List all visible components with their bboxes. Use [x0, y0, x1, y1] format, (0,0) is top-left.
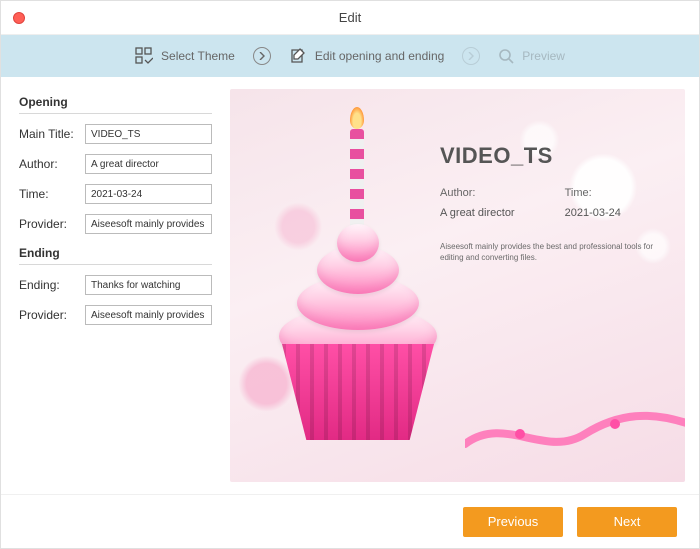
main-title-label: Main Title: [19, 127, 79, 141]
preview-author-label: Author: [440, 187, 515, 199]
ending-provider-input[interactable] [85, 305, 212, 325]
footer: Previous Next [1, 494, 699, 548]
ending-label: Ending: [19, 278, 79, 292]
ending-input[interactable] [85, 275, 212, 295]
cupcake-frosting [275, 224, 440, 354]
window-title: Edit [1, 10, 699, 25]
search-icon [498, 48, 514, 64]
theme-icon [135, 47, 153, 65]
preview-author-value: A great director [440, 207, 515, 219]
preview-canvas: VIDEO_TS Author: A great director Time: … [230, 89, 685, 482]
step-preview-label: Preview [522, 49, 565, 63]
time-input[interactable] [85, 184, 212, 204]
previous-button[interactable]: Previous [463, 507, 563, 537]
preview-main-title: VIDEO_TS [440, 143, 667, 169]
step-preview[interactable]: Preview [498, 48, 565, 64]
preview-provider-text: Aiseesoft mainly provides the best and p… [440, 241, 667, 263]
author-label: Author: [19, 157, 79, 171]
step-arrow-2 [462, 47, 480, 65]
cupcake-cup [282, 344, 434, 440]
opening-section-title: Opening [19, 95, 212, 109]
provider-label: Provider: [19, 217, 79, 231]
edit-icon [289, 47, 307, 65]
main-title-input[interactable] [85, 124, 212, 144]
preview-overlay: VIDEO_TS Author: A great director Time: … [440, 143, 667, 263]
titlebar: Edit [1, 1, 699, 35]
step-arrow-1 [253, 47, 271, 65]
close-icon[interactable] [13, 12, 25, 24]
preview-time-label: Time: [565, 187, 621, 199]
time-label: Time: [19, 187, 79, 201]
author-input[interactable] [85, 154, 212, 174]
step-select-theme[interactable]: Select Theme [135, 47, 235, 65]
content-area: Opening Main Title: Author: Time: Provid… [1, 77, 699, 494]
step-select-theme-label: Select Theme [161, 49, 235, 63]
form-panel: Opening Main Title: Author: Time: Provid… [1, 77, 226, 494]
edit-window: Edit Select Theme Edit opening and endin… [0, 0, 700, 549]
step-edit-opening-ending[interactable]: Edit opening and ending [289, 47, 444, 65]
step-edit-label: Edit opening and ending [315, 49, 444, 63]
preview-time-value: 2021-03-24 [565, 207, 621, 219]
divider [19, 264, 212, 265]
ending-provider-label: Provider: [19, 308, 79, 322]
next-button[interactable]: Next [577, 507, 677, 537]
provider-input[interactable] [85, 214, 212, 234]
ending-section-title: Ending [19, 246, 212, 260]
step-bar: Select Theme Edit opening and ending Pre… [1, 35, 699, 77]
ribbon [465, 404, 685, 464]
divider [19, 113, 212, 114]
candle-flame [350, 107, 364, 129]
preview-panel: VIDEO_TS Author: A great director Time: … [226, 77, 699, 494]
candle [350, 129, 364, 239]
